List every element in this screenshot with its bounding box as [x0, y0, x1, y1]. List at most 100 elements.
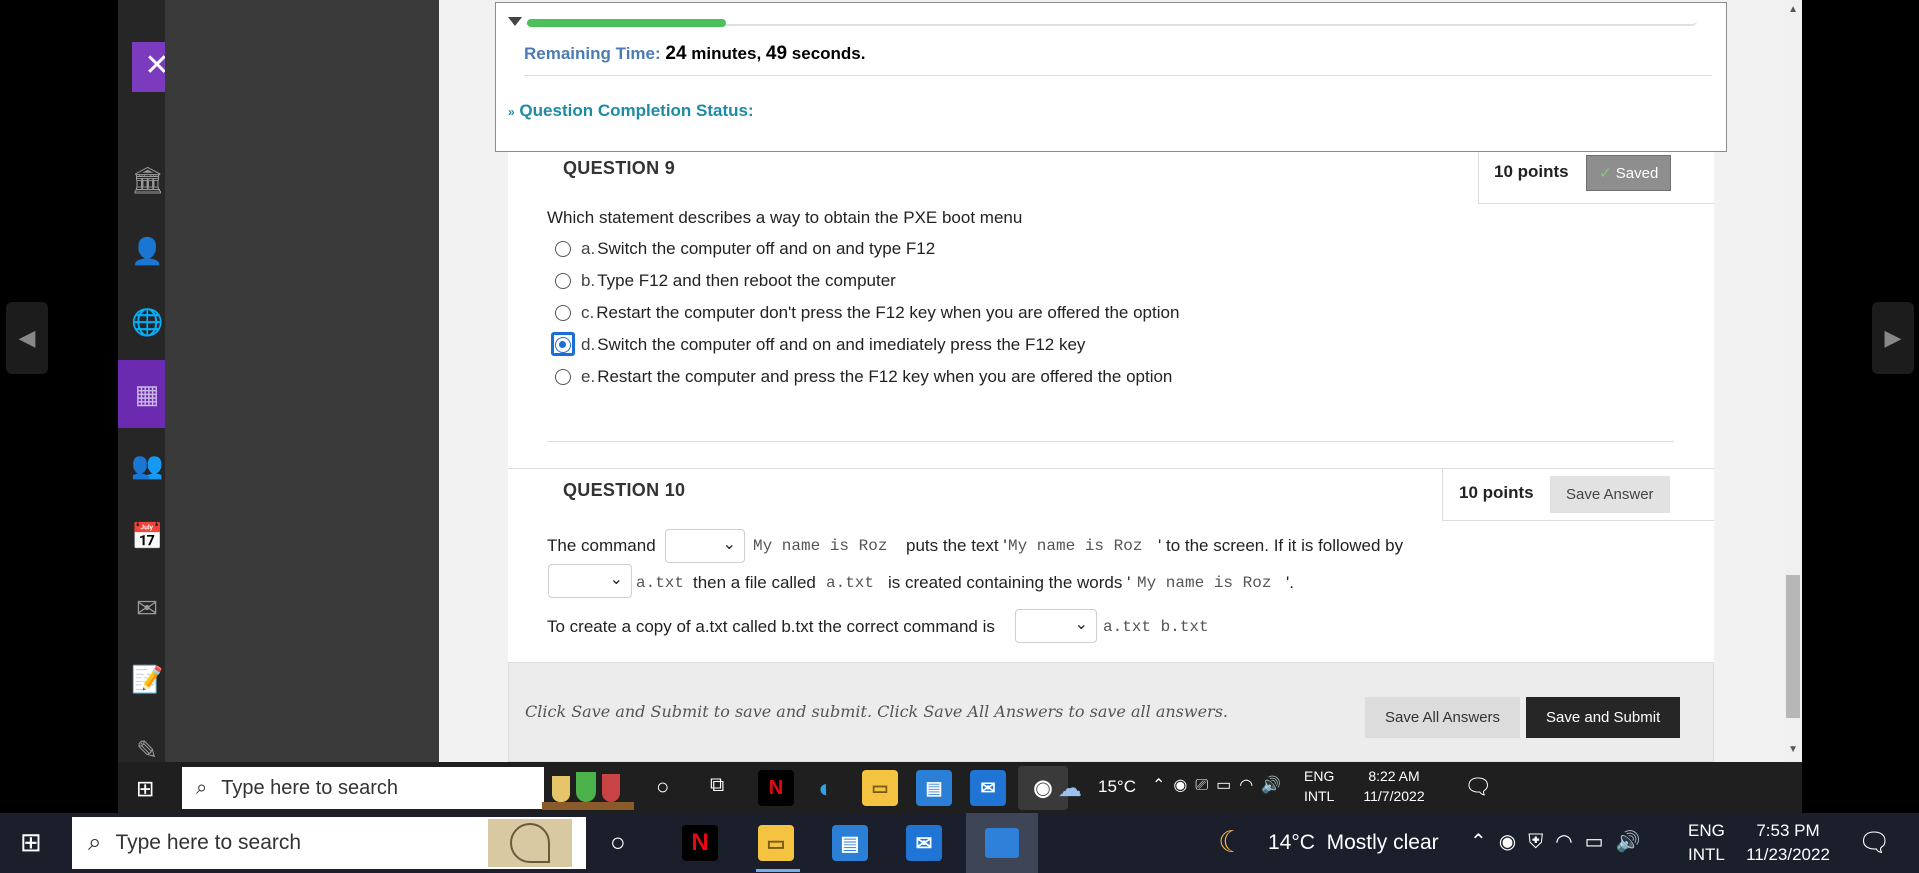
option-letter: d. [581, 335, 596, 354]
science-flasks-image [538, 766, 638, 810]
windows-icon: ⊞ [20, 827, 42, 857]
q10-text: then a file called [693, 573, 816, 592]
progress-fill [527, 19, 726, 27]
notifications-icon[interactable]: 🗨 [1464, 774, 1492, 800]
submit-instructions: Click Save and Submit to save and submit… [525, 702, 1228, 721]
netflix-icon[interactable]: N [682, 825, 718, 861]
completion-status-toggle[interactable]: » Question Completion Status: [508, 101, 754, 121]
checkmark-icon: ✓ [1599, 165, 1612, 182]
file-explorer-icon[interactable]: ▭ [758, 825, 794, 861]
chevron-right-icon: ▶ [1884, 325, 1902, 350]
photos-app-button[interactable] [966, 813, 1038, 873]
calendar-icon[interactable]: 📅 [131, 520, 163, 552]
save-and-submit-button[interactable]: Save and Submit [1526, 697, 1681, 738]
question-9-prompt: Which statement describes a way to obtai… [547, 208, 1023, 227]
task-view-icon[interactable]: ⧉ [710, 774, 724, 797]
q10-text: puts the text ' [906, 536, 1007, 555]
question-10-title: QUESTION 10 [563, 480, 686, 500]
command-select-1[interactable]: ⌄ [665, 529, 745, 563]
option-text: Switch the computer off and on and imedi… [597, 335, 1086, 354]
file-explorer-icon[interactable]: ▭ [862, 770, 898, 806]
store-icon[interactable]: ▤ [916, 770, 952, 806]
option-letter: a. [581, 239, 596, 258]
option-letter: e. [581, 367, 596, 386]
globe-icon[interactable]: 🌐 [131, 306, 163, 338]
answer-option[interactable]: e. Restart the computer and press the F12… [555, 367, 1172, 387]
grades-icon[interactable]: 📝 [131, 663, 163, 695]
option-text: Restart the computer don't press the F12… [596, 303, 1180, 322]
q10-code: My name is Roz [1008, 537, 1143, 555]
radio-button[interactable] [555, 369, 571, 385]
inner-clock[interactable]: 8:22 AM 11/7/2022 [1344, 766, 1444, 806]
inner-search-box[interactable]: ⌕ Type here to search [182, 767, 544, 809]
q10-code: a.txt [826, 574, 875, 592]
chevron-down-icon: ⌄ [722, 536, 736, 553]
option-text: Switch the computer off and on and type … [597, 239, 936, 258]
moon-icon: ☾ [1218, 826, 1245, 859]
q10-text: ' to the screen. If it is followed by [1158, 536, 1404, 555]
save-all-answers-button[interactable]: Save All Answers [1365, 697, 1521, 738]
option-text: Type F12 and then reboot the computer [597, 271, 896, 290]
scroll-down-icon[interactable]: ▼ [1788, 744, 1798, 755]
institution-icon[interactable]: 🏛 [131, 164, 164, 196]
inner-taskbar: ⊞ ⌕ Type here to search ○ ⧉ N ◐ ▭ ▤ ✉ ◉ … [118, 762, 1802, 814]
chevron-left-icon: ◀ [18, 325, 36, 350]
course-sidebar: 🏛 👤 🌐 ▦ 👥 📅 ✉ 📝 ✎ [118, 0, 165, 762]
tray-icons[interactable]: ⌃◉⛨◠▭🔊 [1470, 829, 1652, 854]
saved-badge: ✓ Saved [1586, 155, 1672, 191]
radio-button[interactable] [555, 241, 571, 257]
command-select-3[interactable]: ⌄ [1015, 609, 1097, 643]
messages-icon[interactable]: ✉ [131, 592, 163, 624]
edge-icon[interactable]: ◐ [808, 770, 844, 806]
divider [547, 441, 1674, 442]
profile-icon[interactable]: 👤 [131, 235, 163, 267]
courses-icon[interactable]: ▦ [131, 378, 163, 410]
golden-ratio-image [488, 819, 572, 867]
start-button[interactable]: ⊞ [20, 827, 42, 858]
scroll-thumb[interactable] [1786, 575, 1800, 718]
save-answer-button[interactable]: Save Answer [1550, 476, 1670, 513]
q10-code: a.txt [636, 574, 685, 592]
cortana-icon[interactable]: ○ [610, 827, 626, 858]
radio-button[interactable] [555, 305, 571, 321]
weather-text[interactable]: 14°C Mostly clear [1268, 831, 1439, 855]
clock[interactable]: 7:53 PM 11/23/2022 [1736, 819, 1840, 867]
answer-option[interactable]: b. Type F12 and then reboot the computer [555, 271, 896, 291]
q10-code: My name is Roz [1137, 574, 1272, 592]
next-photo-button[interactable]: ▶ [1872, 302, 1914, 374]
q10-line1-prefix: The command [547, 536, 656, 555]
groups-icon[interactable]: 👥 [131, 449, 163, 481]
scroll-up-icon[interactable]: ▲ [1788, 4, 1798, 15]
prev-photo-button[interactable]: ◀ [6, 302, 48, 374]
inner-temperature: 15°C [1098, 777, 1136, 796]
divider [524, 75, 1712, 76]
windows-icon[interactable]: ⊞ [136, 776, 154, 802]
tray-icons[interactable]: ⌃◉⎚▭◠🔊 [1152, 775, 1289, 795]
search-icon: ⌕ [88, 829, 102, 856]
remaining-time: Remaining Time: 24 minutes, 49 seconds. [524, 43, 866, 64]
cortana-icon[interactable]: ○ [656, 774, 669, 800]
taskbar: ⊞ ⌕ Type here to search ○ N ▭ ▤ ✉ ☾ 14°C… [0, 813, 1919, 873]
chevron-down-icon: ⌄ [1074, 616, 1088, 633]
q10-text: is created containing the words ' [888, 573, 1131, 592]
mail-icon[interactable]: ✉ [970, 770, 1006, 806]
question-9-title: QUESTION 9 [563, 158, 676, 178]
store-icon[interactable]: ▤ [832, 825, 868, 861]
q10-code: My name is Roz [753, 537, 888, 555]
tools-icon[interactable]: ✎ [131, 734, 163, 762]
q10-text: '. [1286, 573, 1294, 592]
netflix-icon[interactable]: N [758, 770, 794, 806]
language-indicator[interactable]: ENG INTL [1688, 819, 1725, 867]
collapse-icon[interactable] [508, 17, 522, 26]
scrollbar[interactable]: ▲ ▼ [1784, 0, 1802, 762]
action-center-button[interactable]: 🗨 [1858, 827, 1891, 858]
mail-icon[interactable]: ✉ [906, 825, 942, 861]
q10-code: a.txt b.txt [1103, 618, 1209, 636]
radio-button[interactable] [555, 273, 571, 289]
answer-option[interactable]: c. Restart the computer don't press the F… [555, 303, 1179, 323]
answer-option[interactable]: d. Switch the computer off and on and ime… [555, 335, 1085, 355]
active-app-indicator [756, 869, 800, 872]
command-select-2[interactable]: ⌄ [548, 564, 632, 598]
answer-option[interactable]: a. Switch the computer off and on and typ… [555, 239, 935, 259]
inner-language[interactable]: ENG INTL [1304, 766, 1334, 806]
